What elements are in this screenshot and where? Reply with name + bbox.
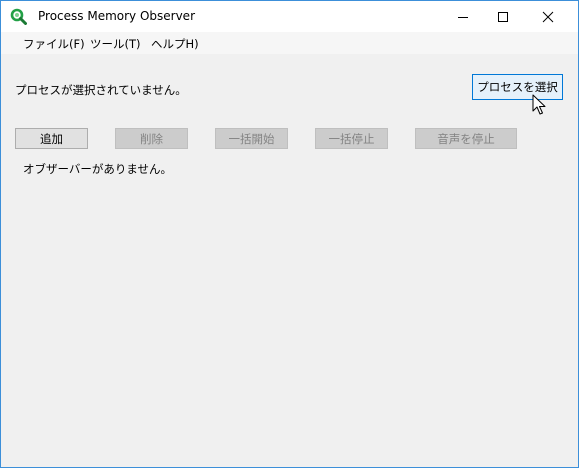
menu-file[interactable]: ファイル(F) <box>23 36 85 52</box>
maximize-button[interactable] <box>480 1 526 32</box>
start-all-button[interactable]: 一括開始 <box>215 128 288 149</box>
menu-help[interactable]: ヘルプH) <box>151 36 199 52</box>
observer-empty-label: オブザーバーがありません。 <box>23 162 173 176</box>
close-icon <box>542 11 554 22</box>
main-window: Process Memory Observer ファイル(F) ツール(T) ヘ… <box>0 0 579 468</box>
select-process-button[interactable]: プロセスを選択 <box>472 74 563 100</box>
minimize-icon <box>458 16 468 18</box>
menu-tools[interactable]: ツール(T) <box>90 36 141 52</box>
client-area <box>1 54 578 467</box>
maximize-icon <box>498 11 508 22</box>
stop-all-button[interactable]: 一括停止 <box>315 128 388 149</box>
magnifier-icon <box>10 8 27 25</box>
process-status-label: プロセスが選択されていません。 <box>15 83 187 97</box>
add-button[interactable]: 追加 <box>15 128 88 149</box>
window-title: Process Memory Observer <box>38 9 196 23</box>
close-button[interactable] <box>525 1 571 32</box>
mouse-cursor-icon <box>532 94 546 115</box>
title-bar[interactable]: Process Memory Observer <box>1 1 578 32</box>
menu-bar: ファイル(F) ツール(T) ヘルプH) <box>1 32 578 54</box>
delete-button[interactable]: 削除 <box>115 128 188 149</box>
stop-audio-button[interactable]: 音声を停止 <box>415 128 517 149</box>
